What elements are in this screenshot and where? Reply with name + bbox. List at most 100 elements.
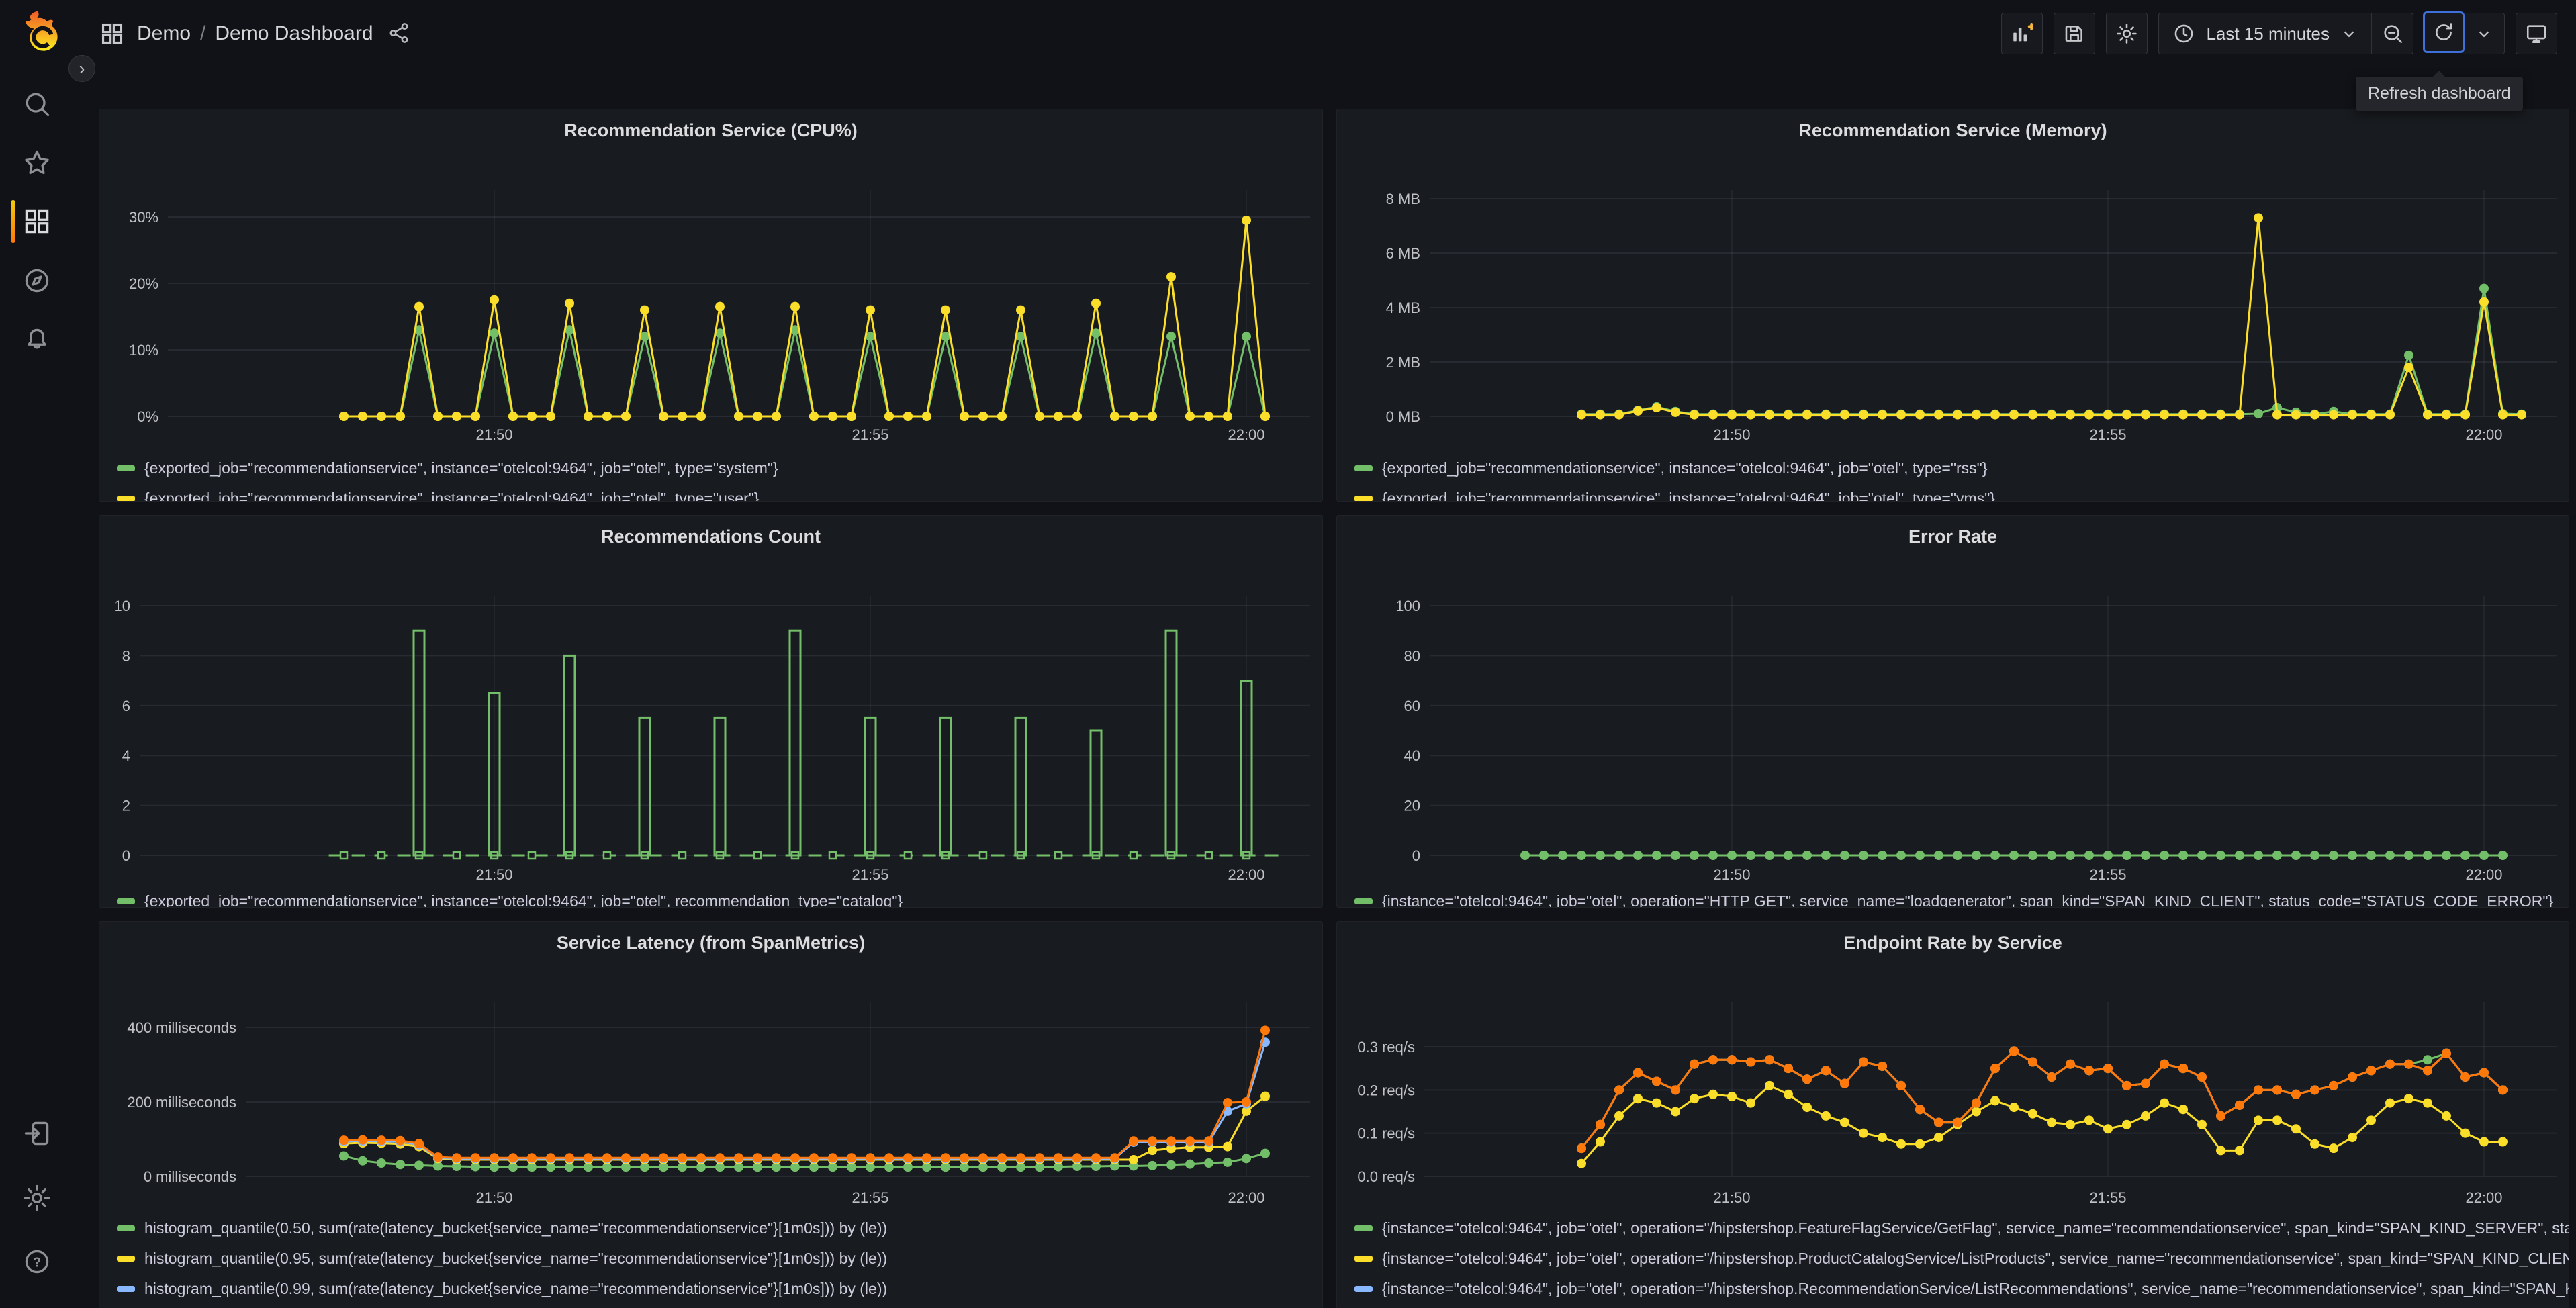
legend-item[interactable]: histogram_quantile(0.99, sum(rate(latenc… (117, 1274, 1322, 1304)
panel-endpoint-rate: Endpoint Rate by Service 21:50 21:55 22:00… (1336, 921, 2569, 1308)
add-panel-button[interactable] (2001, 13, 2043, 54)
legend-item[interactable]: {instance="otelcol:9464", job="otel", op… (1354, 1304, 2569, 1308)
refresh-group (2423, 11, 2505, 54)
legend-series-color (117, 465, 135, 471)
gear-icon (2117, 24, 2137, 44)
breadcrumb: Demo / Demo Dashboard (137, 22, 373, 45)
refresh-interval-dropdown[interactable] (2463, 13, 2505, 54)
svg-text:0 MB: 0 MB (1386, 408, 1420, 425)
endpoint-rate-chart[interactable]: 21:50 21:55 22:00 0.0 req/s 0.1 req/s 0.2 req… (1337, 993, 2569, 1209)
legend-item[interactable]: {exported_job="recommendationservice", i… (1354, 483, 2569, 501)
sidebar-item-explore[interactable] (22, 266, 52, 295)
clock-icon (2175, 24, 2193, 43)
sidebar-item-sign-in[interactable] (22, 1119, 52, 1148)
monitor-icon (2526, 25, 2546, 44)
legend-series-color (117, 1225, 135, 1231)
svg-text:8 MB: 8 MB (1386, 191, 1420, 207)
legend-series-color (1354, 898, 1373, 904)
legend-item[interactable]: histogram_quantile(0.999, sum(rate(laten… (117, 1304, 1322, 1308)
recommendations-count-legend: {exported_job="recommendationservice", i… (99, 882, 1322, 908)
cpu-chart[interactable]: 21:50 21:55 22:00 0% 10% 20% 30% (99, 181, 1322, 449)
time-range-picker[interactable]: Last 15 minutes (2158, 13, 2372, 54)
save-icon (2066, 26, 2083, 42)
zoom-out-icon (2383, 25, 2402, 44)
panel-title[interactable]: Error Rate (1337, 516, 2569, 587)
recommendations-count-chart[interactable]: 21:50 21:55 22:00 0 2 4 6 8 10 (99, 587, 1322, 882)
error-rate-chart[interactable]: 21:50 21:55 22:00 0 20 40 60 80 100 (1337, 587, 2569, 882)
svg-text:200 milliseconds: 200 milliseconds (127, 1094, 236, 1111)
legend-item[interactable]: {exported_job="recommendationservice", i… (1354, 453, 2569, 483)
sidebar-active-indicator (11, 200, 15, 243)
sidebar-item-search[interactable] (22, 89, 52, 119)
panel-error-rate: Error Rate 21:50 21:55 22:00 0 20 40 60 80 100 {… (1336, 515, 2569, 908)
legend-series-label: {exported_job="recommendationservice", i… (144, 892, 903, 908)
svg-text:21:55: 21:55 (2089, 1189, 2126, 1206)
legend-series-label: {instance="otelcol:9464", job="otel", op… (1382, 1250, 2569, 1267)
sidebar: ? (0, 0, 74, 1308)
legend-item[interactable]: {exported_job="recommendationservice", i… (117, 483, 1322, 501)
svg-text:0.3 req/s: 0.3 req/s (1357, 1039, 1415, 1056)
dashboard-settings-button[interactable] (2106, 13, 2148, 54)
memory-legend: {exported_job="recommendationservice", i… (1337, 449, 2569, 501)
panel-title[interactable]: Recommendations Count (99, 516, 1322, 587)
save-dashboard-button[interactable] (2054, 13, 2096, 54)
svg-text:22:00: 22:00 (2465, 866, 2502, 882)
legend-item[interactable]: {exported_job="recommendationservice", i… (117, 886, 1322, 908)
sidebar-item-help[interactable]: ? (22, 1247, 52, 1276)
svg-text:21:50: 21:50 (475, 426, 512, 443)
panel-title[interactable]: Service Latency (from SpanMetrics) (99, 922, 1322, 993)
legend-item[interactable]: {instance="otelcol:9464", job="otel", op… (1354, 1213, 2569, 1244)
breadcrumb-section[interactable]: Demo (137, 22, 191, 45)
sidebar-item-alerting[interactable] (22, 324, 52, 354)
svg-text:0%: 0% (137, 408, 158, 425)
legend-item[interactable]: {exported_job="recommendationservice", i… (117, 453, 1322, 483)
legend-item[interactable]: histogram_quantile(0.95, sum(rate(latenc… (117, 1244, 1322, 1274)
sidebar-item-dashboards[interactable] (22, 207, 52, 236)
svg-text:0.1 req/s: 0.1 req/s (1357, 1125, 1415, 1142)
svg-text:40: 40 (1404, 747, 1420, 764)
share-dashboard-button[interactable] (385, 20, 412, 47)
legend-series-label: histogram_quantile(0.50, sum(rate(latenc… (144, 1219, 888, 1237)
legend-item[interactable]: histogram_quantile(0.50, sum(rate(latenc… (117, 1213, 1322, 1244)
service-latency-chart[interactable]: 21:50 21:55 22:00 0 milliseconds 200 millise… (99, 993, 1322, 1209)
svg-text:0.0 req/s: 0.0 req/s (1357, 1168, 1415, 1185)
panel-recommendation-cpu: Recommendation Service (CPU%) 21:50 21:55… (99, 109, 1323, 502)
legend-series-color (117, 1256, 135, 1262)
share-icon (389, 22, 408, 43)
legend-series-color (117, 496, 135, 501)
svg-text:100: 100 (1395, 598, 1420, 614)
legend-item[interactable]: {instance="otelcol:9464", job="otel", op… (1354, 1274, 2569, 1304)
sidebar-item-configuration[interactable] (22, 1183, 52, 1213)
svg-text:22:00: 22:00 (1228, 866, 1264, 882)
legend-series-color (1354, 465, 1373, 471)
cycle-view-mode-button[interactable] (2516, 13, 2557, 54)
legend-series-color (1354, 1225, 1373, 1231)
sidebar-expand-button[interactable]: › (68, 55, 95, 82)
legend-item[interactable]: {instance="otelcol:9464", job="otel", op… (1354, 1244, 2569, 1274)
refresh-dashboard-button[interactable] (2423, 11, 2465, 53)
refresh-tooltip: Refresh dashboard (2356, 71, 2523, 111)
panel-title[interactable]: Recommendation Service (Memory) (1337, 109, 2569, 181)
svg-text:21:55: 21:55 (852, 1189, 888, 1206)
grafana-logo-icon[interactable] (14, 9, 60, 55)
cpu-legend: {exported_job="recommendationservice", i… (99, 449, 1322, 501)
legend-series-label: histogram_quantile(0.99, sum(rate(latenc… (144, 1280, 888, 1297)
svg-text:10: 10 (114, 598, 130, 614)
legend-series-color (117, 898, 135, 904)
zoom-out-time-button[interactable] (2372, 13, 2413, 54)
panel-recommendations-count: Recommendations Count 21:50 21:55 22:00 0 2 4… (99, 515, 1323, 908)
grafana-app: ? › Demo / Demo Dashboard Last 15 minute… (0, 0, 2576, 1308)
svg-text:0: 0 (1412, 847, 1420, 864)
panel-title[interactable]: Recommendation Service (CPU%) (99, 109, 1322, 181)
svg-text:0.2 req/s: 0.2 req/s (1357, 1082, 1415, 1099)
memory-chart[interactable]: 21:50 21:55 22:00 0 MB 2 MB 4 MB 6 MB 8 MB (1337, 181, 2569, 449)
panel-title[interactable]: Endpoint Rate by Service (1337, 922, 2569, 993)
sidebar-item-starred[interactable] (22, 148, 52, 178)
chevron-down-icon (2344, 31, 2354, 38)
legend-item[interactable]: {instance="otelcol:9464", job="otel", op… (1354, 886, 2569, 907)
apps-grid-icon (101, 23, 123, 44)
panel-service-latency: Service Latency (from SpanMetrics) 21:50… (99, 921, 1323, 1308)
svg-text:21:55: 21:55 (2089, 866, 2126, 882)
svg-text:21:55: 21:55 (2089, 426, 2126, 443)
svg-text:?: ? (33, 1255, 41, 1270)
